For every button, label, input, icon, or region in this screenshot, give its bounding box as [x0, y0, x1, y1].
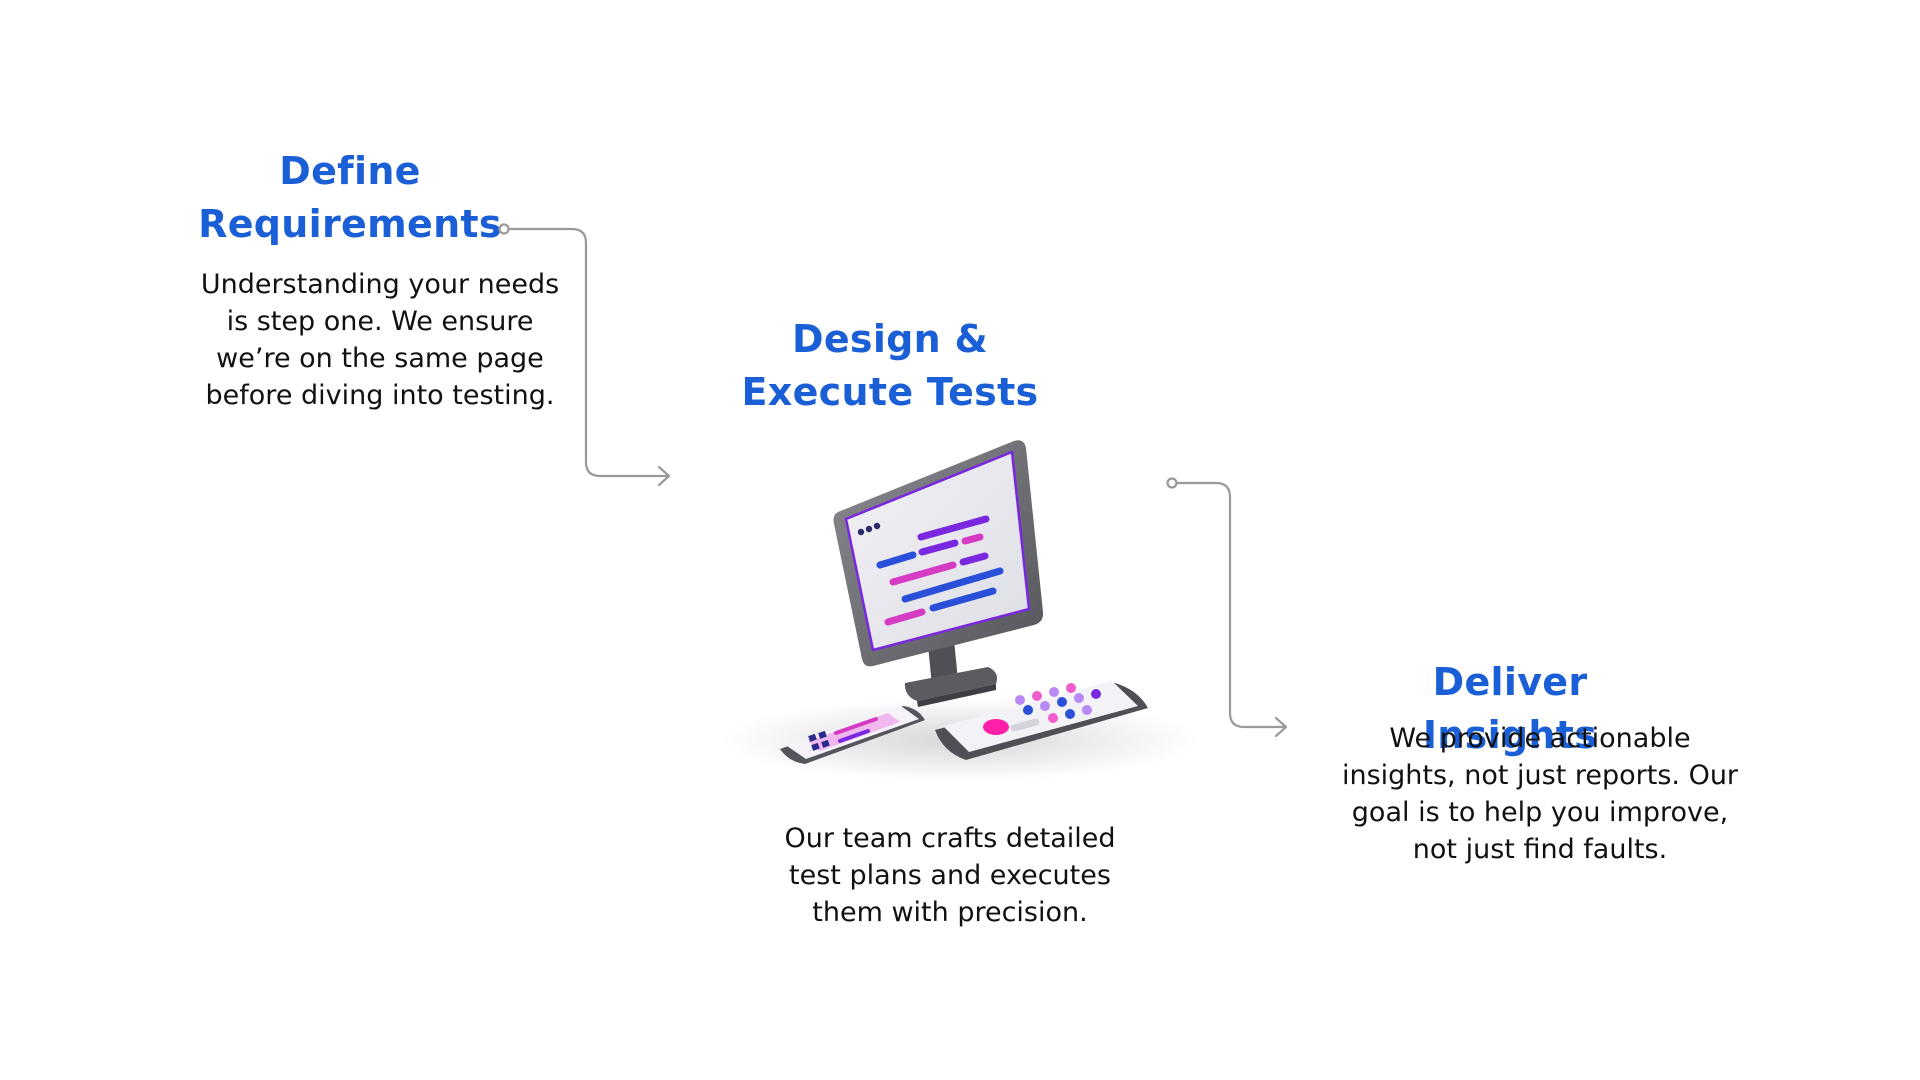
monitor [833, 440, 1044, 667]
computer-devices-illustration [720, 440, 1200, 782]
